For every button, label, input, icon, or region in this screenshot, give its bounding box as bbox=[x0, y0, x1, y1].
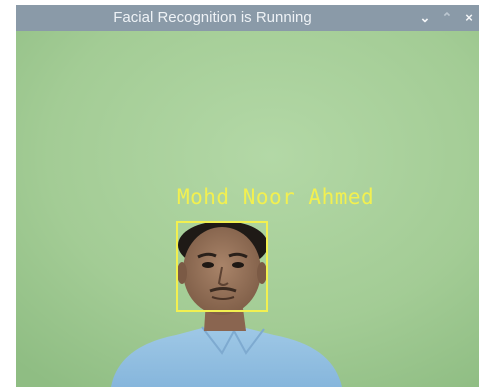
camera-frame bbox=[16, 31, 479, 387]
face-bounding-box bbox=[176, 221, 268, 312]
camera-feed: Mohd Noor Ahmed bbox=[16, 31, 479, 387]
recognized-name-label: Mohd Noor Ahmed bbox=[177, 185, 375, 209]
maximize-button[interactable]: ⌃ bbox=[437, 5, 457, 31]
window-title: Facial Recognition is Running bbox=[113, 9, 312, 26]
close-button[interactable]: × bbox=[459, 5, 479, 31]
title-bar[interactable]: Facial Recognition is Running ⌄ ⌃ × bbox=[16, 5, 479, 31]
minimize-button[interactable]: ⌄ bbox=[415, 5, 435, 31]
app-window: Facial Recognition is Running ⌄ ⌃ × Mohd… bbox=[0, 0, 479, 387]
